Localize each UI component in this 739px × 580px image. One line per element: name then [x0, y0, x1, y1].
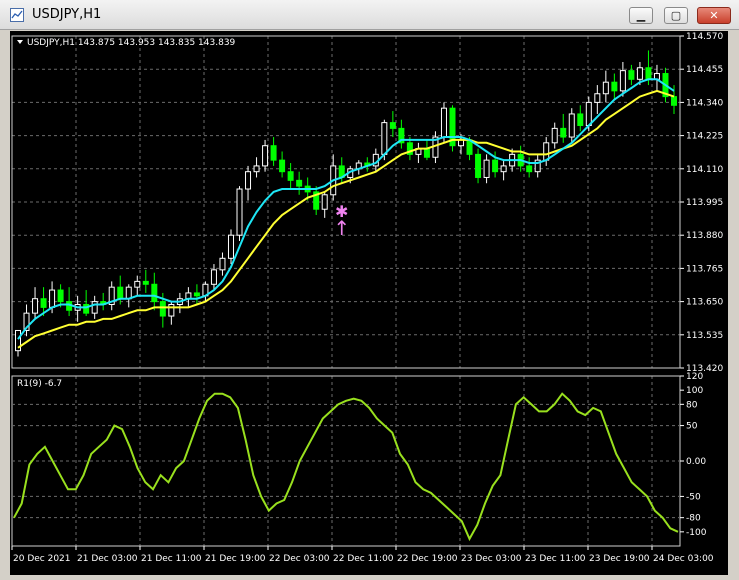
candle-body: [645, 67, 652, 80]
indicator-y-tick-label: -50: [686, 492, 701, 502]
y-tick-label: 114.110: [686, 165, 723, 175]
candle-body: [381, 122, 388, 155]
y-tick-label: 114.570: [686, 32, 723, 42]
y-tick-label: 114.455: [686, 65, 723, 75]
y-tick-label: 113.765: [686, 264, 723, 274]
indicator-y-tick-label: 0.00: [686, 457, 706, 467]
candle-body: [134, 280, 141, 288]
candle-body: [296, 179, 303, 187]
candle-body: [151, 283, 158, 303]
indicator-label: R1(9) -6.7: [17, 379, 62, 389]
candle-body: [210, 269, 217, 285]
candle-body: [40, 298, 47, 308]
candle-body: [321, 194, 328, 210]
candle-body: [168, 303, 175, 317]
candle-body: [636, 67, 643, 80]
y-tick-label: 114.225: [686, 132, 723, 142]
candle-body: [193, 292, 200, 297]
indicator-y-tick-label: 50: [686, 422, 698, 432]
indicator-y-tick-label: -80: [686, 514, 701, 524]
candle-body: [279, 159, 286, 173]
candle-body: [602, 81, 609, 95]
candle-body: [270, 145, 277, 161]
candle-body: [585, 101, 592, 126]
candle-body: [628, 70, 635, 80]
candle-body: [159, 301, 166, 317]
x-tick-label: 20 Dec 2021: [13, 554, 71, 564]
x-tick-label: 23 Dec 03:00: [461, 554, 522, 564]
x-tick-label: 22 Dec 11:00: [333, 554, 394, 564]
candle-body: [117, 286, 124, 300]
candle-body: [671, 96, 677, 106]
indicator-y-tick-label: 120: [686, 372, 703, 382]
candle-body: [227, 234, 234, 259]
indicator-y-tick-label: -100: [686, 528, 707, 538]
candle-body: [287, 171, 294, 181]
y-tick-label: 113.880: [686, 231, 723, 241]
indicator-y-tick-label: 100: [686, 386, 703, 396]
candle-body: [245, 171, 252, 190]
x-tick-label: 22 Dec 19:00: [397, 554, 458, 564]
y-tick-label: 113.535: [686, 331, 723, 341]
y-tick-label: 113.995: [686, 198, 723, 208]
candle-body: [483, 159, 490, 178]
candle-body: [560, 127, 567, 138]
x-tick-label: 21 Dec 11:00: [141, 554, 202, 564]
x-tick-label: 23 Dec 11:00: [525, 554, 586, 564]
candle-body: [526, 165, 533, 173]
candle-body: [551, 127, 558, 144]
buy-arrow-signal: ↑: [333, 216, 350, 240]
x-tick-label: 23 Dec 19:00: [589, 554, 650, 564]
chart-area[interactable]: 114.570 114.455 114.340 114.225 114.110 113.9…: [0, 0, 739, 580]
candle-body: [32, 298, 39, 314]
candle-body: [49, 289, 56, 308]
x-tick-label: 24 Dec 03:00: [653, 554, 714, 564]
candle-body: [91, 301, 98, 314]
candle-body: [142, 280, 149, 285]
ohlc-header-label: USDJPY,H1 143.875 143.953 143.835 143.83…: [27, 38, 236, 48]
x-tick-label: 22 Dec 03:00: [269, 554, 330, 564]
candle-body: [236, 188, 243, 236]
candle-body: [253, 165, 260, 173]
candle-body: [492, 159, 499, 173]
candle-body: [125, 286, 132, 300]
candle-body: [619, 70, 626, 92]
candle-body: [577, 113, 584, 126]
x-tick-label: 21 Dec 03:00: [77, 554, 138, 564]
candle-body: [389, 122, 396, 129]
y-tick-label: 113.650: [686, 298, 723, 308]
candle-body: [219, 257, 226, 271]
candle-body: [611, 81, 618, 92]
candle-body: [500, 165, 507, 173]
candle-body: [543, 142, 550, 161]
candle-body: [423, 148, 430, 158]
x-tick-label: 21 Dec 19:00: [205, 554, 266, 564]
candle-body: [440, 107, 447, 138]
indicator-y-tick-label: 80: [686, 400, 698, 410]
chart-background: [10, 31, 728, 575]
candle-body: [262, 145, 269, 167]
candle-body: [57, 289, 64, 303]
candle-body: [475, 153, 482, 178]
candle-body: [594, 93, 601, 103]
y-tick-label: 114.340: [686, 98, 723, 108]
candle-body: [568, 113, 575, 138]
